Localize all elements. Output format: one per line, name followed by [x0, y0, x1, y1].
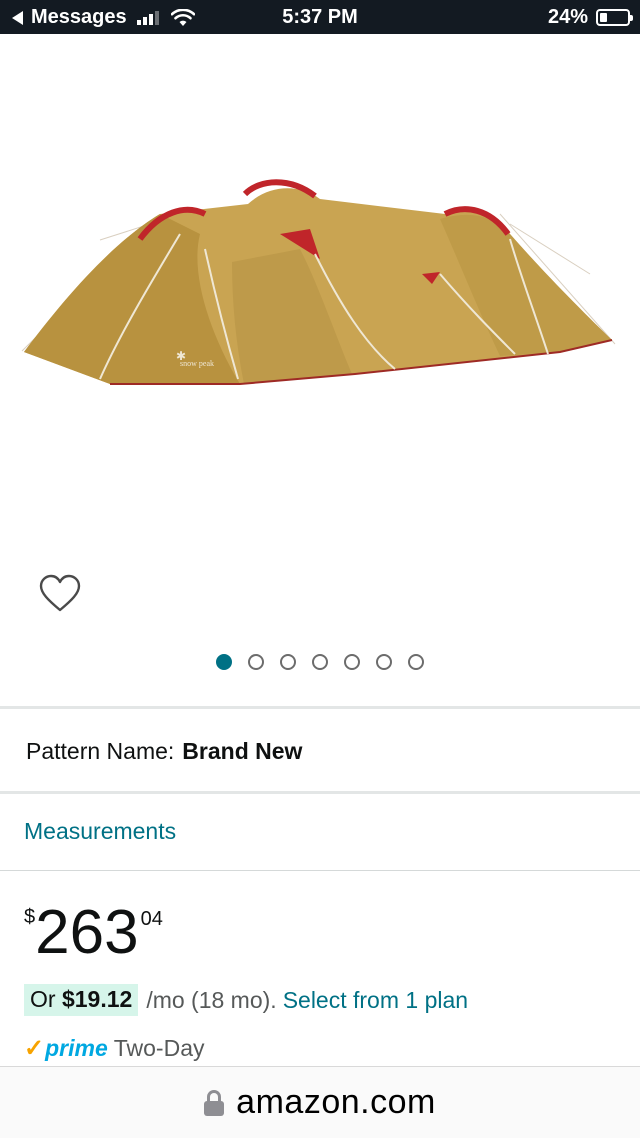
divider	[0, 870, 640, 871]
carousel-dot[interactable]	[248, 654, 264, 670]
carousel-dot[interactable]	[408, 654, 424, 670]
carousel-dot[interactable]	[344, 654, 360, 670]
prime-logo: prime	[45, 1035, 108, 1061]
price-currency: $	[24, 906, 36, 928]
installment-monthly-amount: $19.12	[61, 986, 133, 1012]
prime-delivery-speed: Two-Day	[113, 1035, 205, 1061]
price: $ 263 04	[24, 898, 163, 968]
status-bar: Messages 5:37 PM 24%	[0, 0, 640, 34]
installment-offer: Or $19.12 /mo (18 mo). Select from 1 pla…	[24, 984, 468, 1016]
battery-percent: 24%	[547, 6, 588, 28]
battery-icon	[596, 9, 633, 26]
price-whole: 263	[35, 898, 139, 967]
select-plan-link[interactable]: Select from 1 plan	[283, 987, 468, 1014]
tent-image: snow peak ✱	[21, 179, 616, 385]
measurements-link[interactable]: Measurements	[24, 818, 176, 845]
carousel-dot[interactable]	[280, 654, 296, 670]
heart-outline-icon[interactable]	[38, 574, 82, 614]
divider	[0, 791, 640, 794]
prime-badge: ✓ prime Two-Day	[24, 1034, 205, 1063]
installment-amount-badge: Or $19.12	[24, 984, 139, 1016]
battery-status: 24%	[547, 6, 633, 29]
carousel-dot[interactable]	[376, 654, 392, 670]
price-fraction: 04	[140, 908, 163, 930]
product-image[interactable]: snow peak ✱	[0, 34, 640, 534]
url-text: amazon.com	[236, 1083, 436, 1121]
pattern-name-label: Pattern Name:	[26, 738, 175, 764]
installment-per-month: /mo (18 mo).	[146, 986, 277, 1013]
carousel-dot[interactable]	[312, 654, 328, 670]
prime-check-icon: ✓	[24, 1035, 45, 1062]
divider	[0, 706, 640, 709]
carousel-dot[interactable]	[216, 654, 232, 670]
lock-icon	[204, 1089, 225, 1116]
installment-or-text: Or	[30, 986, 56, 1012]
pattern-name-row[interactable]: Pattern Name: Brand New	[26, 738, 302, 765]
url-field[interactable]: amazon.com	[0, 1083, 640, 1122]
pattern-name-value: Brand New	[182, 738, 303, 764]
image-carousel-indicator[interactable]	[0, 654, 640, 670]
browser-address-bar: amazon.com	[0, 1066, 640, 1138]
clock: 5:37 PM	[282, 6, 358, 28]
svg-text:✱: ✱	[176, 349, 186, 363]
